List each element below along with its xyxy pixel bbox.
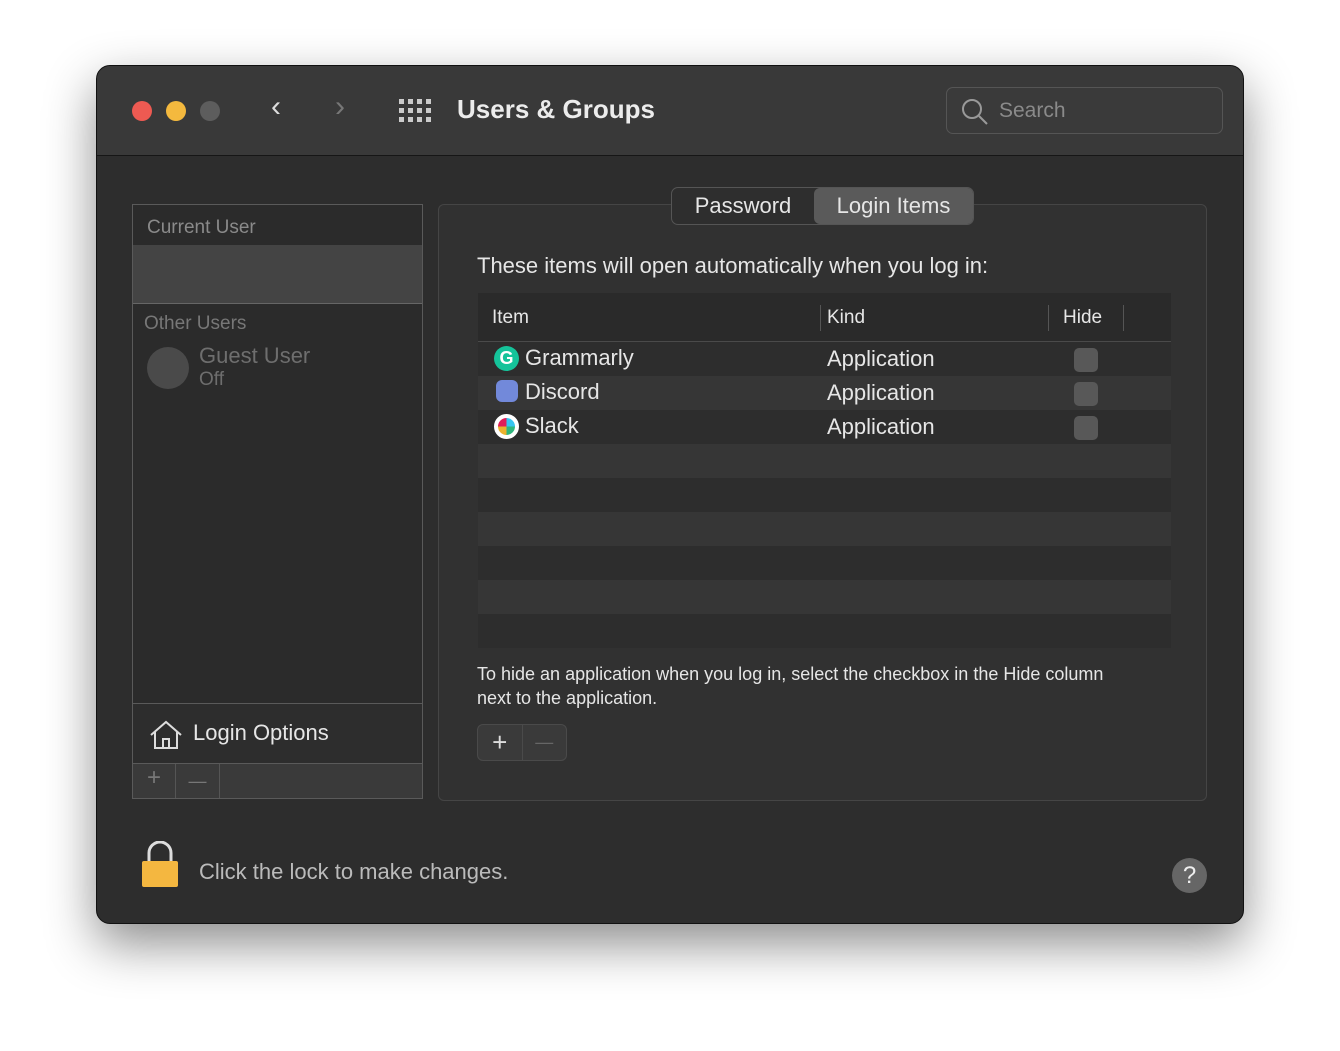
zoom-button[interactable] (200, 101, 220, 121)
title-bar: ‹ › Users & Groups Search (97, 66, 1243, 156)
lock-icon[interactable] (140, 841, 180, 889)
remove-item-button[interactable]: — (523, 725, 567, 760)
item-name: Discord (525, 379, 600, 404)
intro-text: These items will open automatically when… (477, 253, 989, 278)
search-input[interactable]: Search (946, 87, 1223, 134)
column-item[interactable]: Item (492, 307, 529, 329)
search-placeholder: Search (999, 99, 1066, 122)
login-options-button[interactable]: Login Options (133, 703, 422, 764)
forward-button[interactable]: › (335, 90, 345, 124)
current-user-item[interactable] (133, 245, 422, 304)
close-button[interactable] (132, 101, 152, 121)
window-title: Users & Groups (457, 94, 655, 124)
house-icon (150, 720, 182, 749)
item-toolbar: + — (477, 724, 567, 761)
guest-user-name[interactable]: Guest User (199, 343, 310, 369)
other-users-label: Other Users (144, 313, 247, 334)
login-options-label: Login Options (193, 720, 329, 745)
hide-checkbox[interactable] (1074, 382, 1098, 406)
hint-text: To hide an application when you log in, … (477, 664, 1104, 708)
window: ‹ › Users & Groups Search Current User O… (96, 65, 1244, 924)
search-icon (962, 99, 988, 125)
table-row[interactable]: G Grammarly Application (478, 342, 1171, 376)
table-row[interactable]: Discord Application (478, 376, 1171, 410)
table-header: Item Kind Hide (478, 293, 1171, 342)
remove-user-button[interactable]: — (176, 764, 220, 798)
item-kind: Application (827, 346, 935, 371)
item-kind: Application (827, 380, 935, 405)
guest-avatar (147, 347, 189, 389)
slack-icon (494, 414, 519, 439)
back-button[interactable]: ‹ (271, 90, 281, 124)
lock-text: Click the lock to make changes. (199, 859, 509, 884)
hide-checkbox[interactable] (1074, 348, 1098, 372)
add-item-button[interactable]: + (478, 725, 523, 760)
user-list: Current User Other Users Guest User Off … (132, 204, 423, 799)
current-user-label: Current User (147, 217, 256, 238)
grammarly-icon: G (494, 346, 519, 371)
column-kind[interactable]: Kind (827, 307, 865, 329)
help-button[interactable]: ? (1172, 858, 1207, 893)
user-list-toolbar: + — (133, 764, 422, 798)
item-name: Grammarly (525, 345, 634, 370)
discord-icon (496, 380, 518, 402)
add-user-button[interactable]: + (133, 764, 176, 798)
column-hide[interactable]: Hide (1063, 307, 1102, 329)
minimize-button[interactable] (166, 101, 186, 121)
tab-bar: Password Login Items (671, 187, 974, 225)
tab-password[interactable]: Password (672, 188, 814, 224)
grid-icon[interactable] (399, 99, 431, 123)
table-row[interactable]: Slack Application (478, 410, 1171, 444)
item-kind: Application (827, 414, 935, 439)
guest-user-status: Off (199, 369, 224, 390)
hide-checkbox[interactable] (1074, 416, 1098, 440)
item-name: Slack (525, 413, 579, 438)
tab-login-items[interactable]: Login Items (814, 188, 973, 224)
